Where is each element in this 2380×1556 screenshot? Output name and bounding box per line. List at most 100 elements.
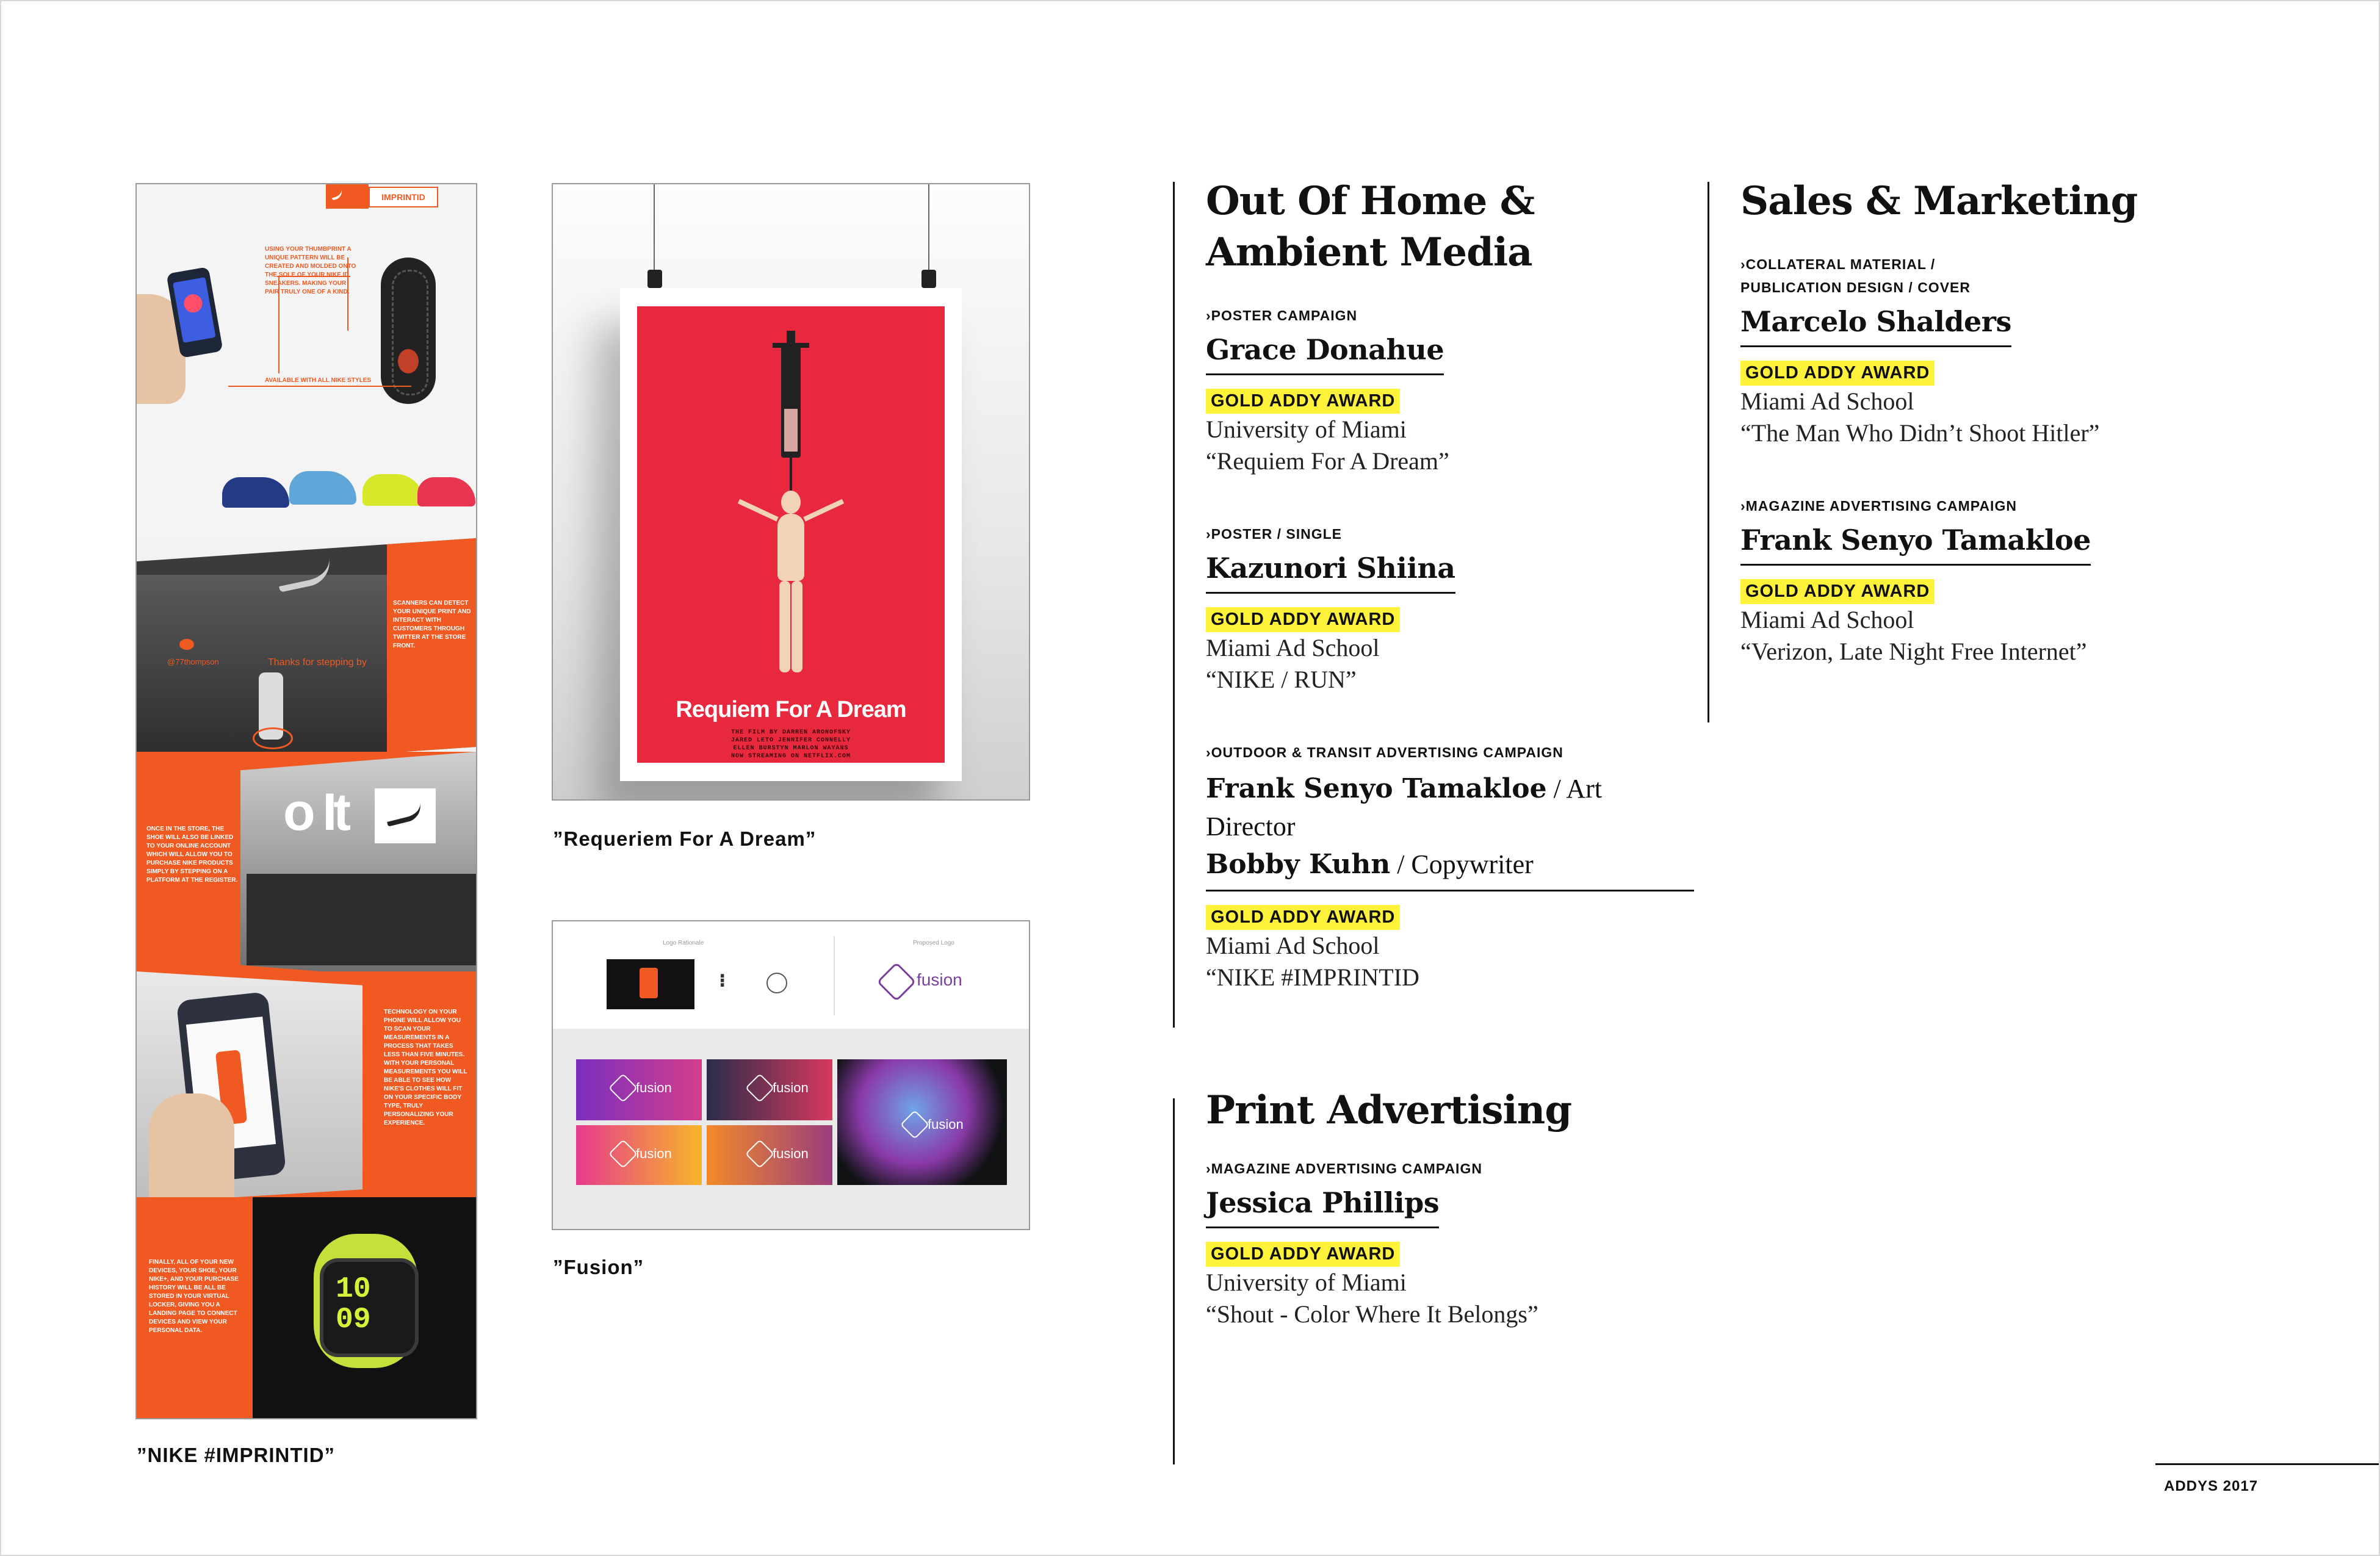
shoe-sole-image (381, 258, 436, 404)
section-title-ooh: Out Of Home & Ambient Media (1206, 178, 1535, 275)
section-print: Print Advertising ›MAGAZINE ADVERTISING … (1206, 1085, 1694, 1330)
phone-panel: Technology on your phone will allow you … (137, 971, 476, 1203)
logo-rationale-label: Logo Rationale (663, 940, 704, 946)
poster-artwork: Requiem For A Dream THE FILM BY DARREN A… (637, 306, 945, 763)
store-signage: o It (283, 783, 351, 841)
caption-fusion: ”Fusion” (553, 1256, 644, 1278)
hand-illustration (149, 1093, 234, 1203)
footer-rule (2155, 1463, 2379, 1465)
winning-work: “Verizon, Late Night Free Internet” (1740, 638, 2087, 665)
award-entry: ›POSTER CAMPAIGN Grace Donahue GOLD ADDY… (1206, 304, 1694, 477)
proposed-logo-label: Proposed Logo (913, 940, 954, 946)
award-entry: ›MAGAZINE ADVERTISING CAMPAIGN Jessica P… (1206, 1157, 1694, 1330)
award-entry: ›OUTDOOR & TRANSIT ADVERTISING CAMPAIGN … (1206, 741, 1694, 993)
syringe-icon (781, 348, 801, 458)
requiem-poster-board: Requiem For A Dream THE FILM BY DARREN A… (552, 183, 1030, 801)
caption-nike: ”NIKE #IMPRINTID” (137, 1444, 336, 1466)
fusion-mark-icon: ⁝ (719, 970, 726, 992)
award-badge: GOLD ADDY AWARD (1206, 607, 1401, 632)
fusion-logo-icon (876, 962, 917, 1002)
section-title-print: Print Advertising (1206, 1087, 1572, 1133)
award-entry: ›POSTER / SINGLE Kazunori Shiina GOLD AD… (1206, 522, 1694, 696)
fusion-tile: fusion (707, 1125, 832, 1185)
winning-work: “The Man Who Didn’t Shoot Hitler” (1740, 419, 2100, 447)
section-title-sales: Sales & Marketing (1740, 178, 2138, 224)
store-register (247, 874, 476, 965)
twitter-icon (179, 639, 194, 650)
section-ooh: Out Of Home & Ambient Media ›POSTER CAMP… (1206, 176, 1694, 993)
phone-text: Technology on your phone will allow you … (384, 1009, 467, 1126)
winner-school: University of Miami (1206, 1269, 1407, 1296)
winner-role: / Copywriter (1390, 849, 1534, 879)
award-badge: GOLD ADDY AWARD (1740, 579, 1935, 604)
binder-clip-icon (647, 270, 662, 288)
shoe-blue-image (222, 477, 289, 508)
fusion-tile: fusion (707, 1059, 832, 1120)
instore-panel: o It Once in the store, the shoe will al… (137, 752, 476, 984)
instore-text: Once in the store, the shoe will also be… (146, 826, 238, 884)
swoosh-icon (330, 189, 344, 201)
watch-time: 10 09 (336, 1273, 371, 1336)
winning-work: “Shout - Color Where It Belongs” (1206, 1300, 1538, 1328)
winner-school: Miami Ad School (1206, 932, 1380, 959)
winner-name: Marcelo Shalders (1740, 305, 2011, 347)
winning-work: “NIKE #IMPRINTID (1206, 963, 1419, 991)
caption-requiem: ”Requeriem For A Dream” (553, 827, 817, 850)
winning-work: “NIKE / RUN” (1206, 666, 1357, 693)
award-entry: ›MAGAZINE ADVERTISING CAMPAIGN Frank Sen… (1740, 494, 2216, 668)
award-category: ›COLLATERAL MATERIAL / PUBLICATION DESIG… (1740, 256, 1971, 295)
scan-ring (253, 727, 293, 749)
nike-imprintid-board: IMPRINTID Using your thumbprint a unique… (135, 183, 477, 1419)
winner-school: Miami Ad School (1740, 387, 1914, 415)
winner-school: University of Miami (1206, 416, 1407, 443)
fusion-tile: fusion (576, 1059, 702, 1120)
winner-name: Grace Donahue (1206, 333, 1444, 375)
winner-name: Frank Senyo Tamakloe (1740, 524, 2091, 566)
twitter-handle: @77thompson (167, 657, 219, 666)
styles-note: Available with all Nike styles (265, 377, 372, 384)
winner-name: Jessica Phillips (1206, 1186, 1440, 1228)
poster-frame: Requiem For A Dream THE FILM BY DARREN A… (620, 288, 962, 781)
nike-sign (375, 788, 436, 843)
storefront-panel: @77thompson Thanks for stepping by Scann… (137, 538, 476, 770)
watch-panel: Finally, all of your new devices, your s… (137, 1197, 476, 1418)
nike-logo-badge (326, 184, 369, 209)
poster-title: Requiem For A Dream (676, 697, 906, 722)
winner-school: Miami Ad School (1206, 634, 1380, 661)
nike-intro-panel: IMPRINTID Using your thumbprint a unique… (137, 184, 476, 538)
award-badge: GOLD ADDY AWARD (1206, 905, 1401, 930)
twitter-message: Thanks for stepping by (268, 657, 367, 668)
footer-label: ADDYS 2017 (2164, 1478, 2259, 1494)
figure-head (781, 491, 801, 514)
award-badge: GOLD ADDY AWARD (1206, 389, 1401, 414)
winner-name: Kazunori Shiina (1206, 552, 1455, 594)
fusion-mark-icon (766, 973, 787, 993)
award-badge: GOLD ADDY AWARD (1740, 361, 1935, 386)
fusion-logo-word: fusion (917, 970, 962, 989)
award-entry: ›COLLATERAL MATERIAL / PUBLICATION DESIG… (1740, 253, 2216, 449)
award-badge: GOLD ADDY AWARD (1206, 1242, 1401, 1267)
section-sales: Sales & Marketing ›COLLATERAL MATERIAL /… (1740, 176, 2216, 668)
divider-ooh (1173, 182, 1175, 1028)
winner-names: Frank Senyo Tamakloe / Art Director Bobb… (1206, 770, 1694, 891)
binder-clip-icon (921, 270, 936, 288)
winner-name: Bobby Kuhn (1206, 849, 1391, 880)
shoe-lightblue-image (289, 471, 356, 505)
winner-name: Frank Senyo Tamakloe (1206, 773, 1547, 804)
award-category: ›POSTER CAMPAIGN (1206, 308, 1358, 323)
shoe-yellow-image (362, 474, 424, 506)
smartwatch-icon: 10 09 (320, 1258, 419, 1357)
award-category: ›MAGAZINE ADVERTISING CAMPAIGN (1206, 1161, 1482, 1176)
winning-work: “Requiem For A Dream” (1206, 447, 1449, 475)
figure-torso (777, 514, 804, 581)
poster-credits: THE FILM BY DARREN ARONOFSKY JARED LETO … (730, 729, 851, 760)
imprintid-logo: IMPRINTID (369, 187, 438, 207)
fusion-tile: fusion (576, 1125, 702, 1185)
devices-text: Finally, all of your new devices, your s… (149, 1259, 239, 1334)
scanners-text: Scanners can detect your unique print an… (393, 600, 471, 649)
divider-print (1173, 1098, 1175, 1464)
fusion-photo-tile: fusion (837, 1059, 1007, 1185)
shoe-red-image (417, 477, 475, 506)
award-category: ›MAGAZINE ADVERTISING CAMPAIGN (1740, 498, 2017, 514)
award-category: ›POSTER / SINGLE (1206, 526, 1343, 542)
